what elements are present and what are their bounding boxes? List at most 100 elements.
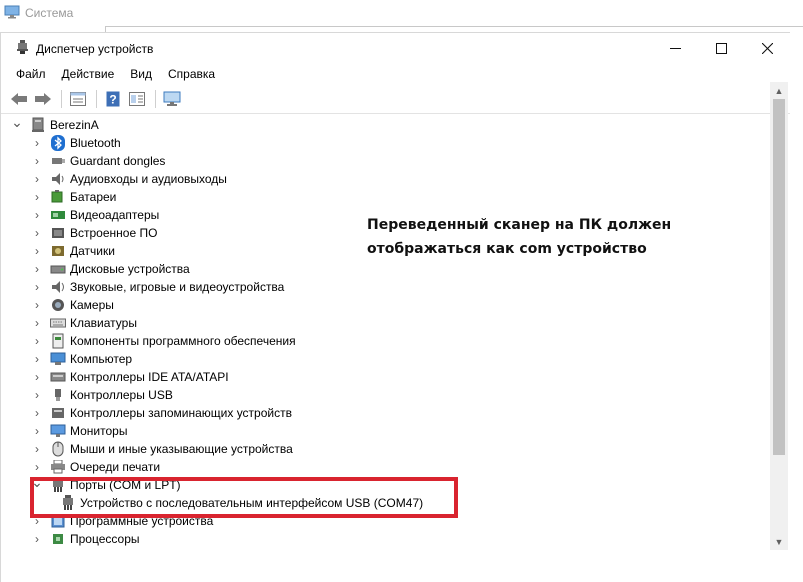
background-window-title: Система (25, 6, 74, 20)
tree-node-label: Контроллеры IDE ATA/ATAPI (70, 370, 229, 384)
chevron-right-icon[interactable]: › (32, 314, 42, 332)
tree-category[interactable]: › Bluetooth (32, 134, 121, 152)
tree-category[interactable]: › Сетевые адаптеры (32, 548, 176, 550)
chevron-right-icon[interactable]: › (32, 386, 42, 404)
window-title: Диспетчер устройств (36, 41, 154, 56)
chevron-right-icon[interactable]: › (32, 404, 42, 422)
annotation-text: Переведенный сканер на ПК должен отображ… (367, 213, 697, 261)
tree-category[interactable]: › Встроенное ПО (32, 224, 157, 242)
chevron-right-icon[interactable]: › (32, 170, 42, 188)
firmware-icon (50, 225, 66, 241)
tree-node-label: Видеоадаптеры (70, 208, 160, 222)
tree-node-label: Мониторы (70, 424, 128, 438)
chevron-right-icon[interactable]: › (32, 368, 42, 386)
background-window-titlebar: Система (0, 0, 803, 26)
chevron-right-icon[interactable]: › (32, 188, 42, 206)
storage-controller-icon (50, 405, 66, 421)
tree-root[interactable]: ⌄ BerezinA (11, 113, 99, 134)
tree-category[interactable]: › Контроллеры запоминающих устройств (32, 404, 292, 422)
annotation-line-1: Переведенный сканер на ПК должен (367, 217, 672, 233)
monitor-icon (50, 423, 66, 439)
scroll-up-button[interactable]: ▲ (770, 82, 788, 99)
tree-category[interactable]: › Аудиовходы и аудиовыходы (32, 170, 227, 188)
titlebar[interactable]: Диспетчер устройств (1, 33, 790, 64)
keyboard-icon (50, 315, 66, 331)
chevron-right-icon[interactable]: › (32, 152, 42, 170)
caption-buttons (652, 33, 790, 64)
tree-category[interactable]: › Клавиатуры (32, 314, 137, 332)
mouse-icon (50, 441, 66, 457)
tree-node-label: Контроллеры запоминающих устройств (70, 406, 292, 420)
usb-dongle-icon (50, 153, 66, 169)
tree-category[interactable]: › Батареи (32, 188, 116, 206)
tree-category[interactable]: › Контроллеры IDE ATA/ATAPI (32, 368, 229, 386)
tree-category[interactable]: › Мониторы (32, 422, 127, 440)
menu-action[interactable]: Действие (54, 64, 123, 84)
tree-category[interactable]: › Компоненты программного обеспечения (32, 332, 296, 350)
tree-node-label: Встроенное ПО (70, 226, 158, 240)
menu-file[interactable]: Файл (8, 64, 54, 84)
chevron-up-icon: ▲ (774, 85, 784, 96)
disk-drive-icon (50, 261, 66, 277)
sensor-icon (50, 243, 66, 259)
tree-node-label: BerezinA (50, 118, 99, 132)
chevron-right-icon[interactable]: › (32, 296, 42, 314)
tree-category[interactable]: › Контроллеры USB (32, 386, 173, 404)
tree-category[interactable]: › Дисковые устройства (32, 260, 190, 278)
tree-category[interactable]: › Guardant dongles (32, 152, 165, 170)
tree-node-label: Датчики (70, 244, 115, 258)
scroll-down-button[interactable]: ▼ (770, 533, 788, 550)
sound-icon (50, 279, 66, 295)
maximize-icon (715, 43, 727, 54)
chevron-down-icon: ▼ (774, 536, 784, 547)
tree-node-label: Guardant dongles (70, 154, 166, 168)
device-manager-icon (16, 40, 29, 57)
chevron-right-icon[interactable]: › (32, 332, 42, 350)
tree-node-label: Процессоры (70, 532, 140, 546)
chevron-right-icon[interactable]: › (32, 530, 42, 548)
menu-view[interactable]: Вид (122, 64, 160, 84)
tree-category[interactable]: › Камеры (32, 296, 114, 314)
ide-controller-icon (50, 369, 66, 385)
chevron-right-icon[interactable]: › (32, 548, 42, 550)
tree-node-label: Очереди печати (70, 460, 161, 474)
chevron-right-icon[interactable]: › (32, 260, 42, 278)
display-adapter-icon (50, 207, 66, 223)
processor-icon (50, 531, 66, 547)
close-button[interactable] (744, 33, 790, 64)
vertical-scrollbar[interactable]: ▲ ▼ (770, 82, 788, 550)
monitor-icon (4, 5, 20, 22)
battery-icon (50, 189, 66, 205)
tree-node-label: Контроллеры USB (70, 388, 173, 402)
tree-category[interactable]: › Датчики (32, 242, 115, 260)
tree-category[interactable]: › Видеоадаптеры (32, 206, 159, 224)
chevron-right-icon[interactable]: › (32, 206, 42, 224)
chevron-right-icon[interactable]: › (32, 422, 42, 440)
chevron-right-icon[interactable]: › (32, 350, 42, 368)
tree-node-label: Мыши и иные указывающие устройства (70, 442, 293, 456)
tree-node-label: Компьютер (70, 352, 133, 366)
tree-node-label: Батареи (70, 190, 117, 204)
software-component-icon (50, 333, 66, 349)
chevron-right-icon[interactable]: › (32, 440, 42, 458)
chevron-right-icon[interactable]: › (32, 242, 42, 260)
minimize-button[interactable] (652, 33, 698, 64)
tree-node-label: Компоненты программного обеспечения (70, 334, 296, 348)
tree-node-label: Клавиатуры (70, 316, 137, 330)
chevron-right-icon[interactable]: › (32, 224, 42, 242)
chevron-down-icon[interactable]: ⌄ (11, 113, 23, 131)
chevron-right-icon[interactable]: › (32, 278, 42, 296)
tree-category[interactable]: › Компьютер (32, 350, 132, 368)
tree-category[interactable]: › Мыши и иные указывающие устройства (32, 440, 293, 458)
root-computer-icon (30, 117, 46, 133)
tree-category[interactable]: › Очереди печати (32, 458, 160, 476)
maximize-button[interactable] (698, 33, 744, 64)
tree-category[interactable]: › Процессоры (32, 530, 140, 548)
tree-category[interactable]: › Звуковые, игровые и видеоустройства (32, 278, 284, 296)
chevron-right-icon[interactable]: › (32, 134, 42, 152)
tree-node-label: Сетевые адаптеры (70, 548, 176, 550)
usb-controller-icon (50, 387, 66, 403)
camera-icon (50, 297, 66, 313)
menu-help[interactable]: Справка (160, 64, 223, 84)
scroll-thumb[interactable] (773, 99, 785, 455)
